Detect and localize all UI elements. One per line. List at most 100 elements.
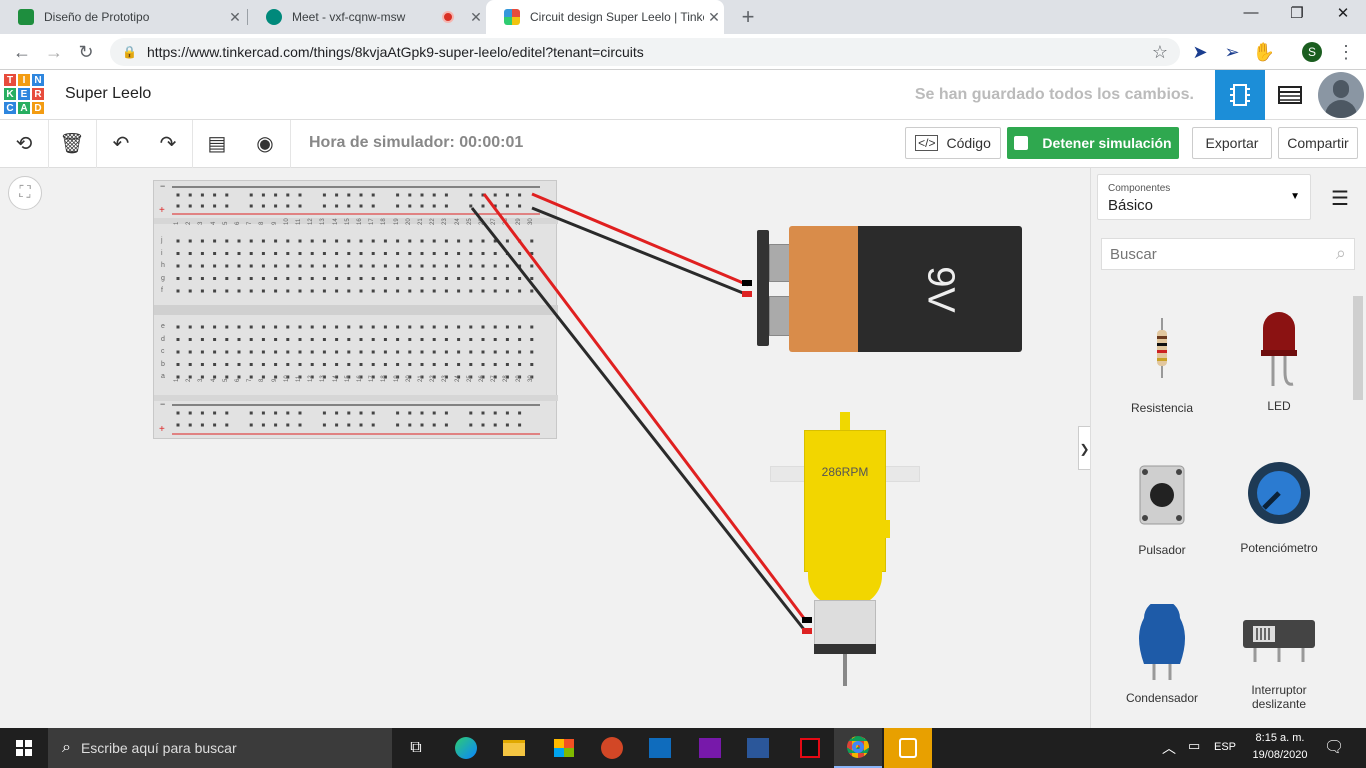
sheets-icon	[18, 9, 34, 25]
bookmark-star-icon[interactable]: ☆	[1152, 42, 1168, 63]
component-potenciometro[interactable]: Potenciómetro	[1224, 460, 1334, 555]
breadboard[interactable]: − + − + 1 2 3 4 5 6 7 8 9 10 11 12 13 14 15 16 17 18 19 20 2…	[153, 180, 558, 439]
column-label: 12	[308, 218, 315, 225]
close-window-button[interactable]: ✕	[1320, 4, 1366, 30]
task-view-icon[interactable]: ⧉	[392, 728, 440, 768]
column-label: 21	[418, 375, 424, 382]
column-labels-bottom: 1 2 3 4 5 6 7 8 9 10 11 12 13 14 15 16 17 18 19 20 21 22 23 24 2…	[172, 375, 542, 392]
notifications-icon[interactable]: 🗨	[1324, 737, 1344, 757]
tinkercad-logo[interactable]: T I N K E R C A D	[3, 73, 45, 115]
search-box[interactable]: ⌕	[1101, 238, 1355, 270]
windows-start-icon[interactable]	[0, 728, 48, 768]
delete-icon[interactable]: 🗑	[58, 130, 86, 158]
component-interruptor-deslizante[interactable]: Interruptor deslizante	[1224, 618, 1334, 711]
outlook-icon[interactable]	[636, 728, 684, 768]
dc-motor[interactable]: 286RPM	[770, 410, 920, 686]
battery-terminal-cap	[757, 230, 769, 346]
profile-avatar[interactable]: S	[1302, 42, 1322, 62]
clock-date[interactable]: 19/08/2020	[1250, 749, 1310, 761]
chip-icon	[1230, 84, 1250, 106]
schematic-list-button[interactable]	[1265, 70, 1315, 120]
redo-icon[interactable]: ↷	[154, 130, 182, 158]
notes-icon[interactable]: ▤	[203, 130, 231, 158]
extension-pointer-icon[interactable]: ➢	[1220, 40, 1244, 64]
powerpoint-icon[interactable]	[588, 728, 636, 768]
row-label: b	[161, 360, 165, 368]
share-button[interactable]: Compartir	[1278, 127, 1358, 159]
column-label: 10	[283, 375, 290, 382]
column-label: 18	[381, 375, 388, 382]
column-label: 28	[503, 375, 510, 382]
extension-cursor-icon[interactable]: ➤	[1188, 40, 1212, 64]
taskbar-search[interactable]: ⌕ Escribe aquí para buscar	[48, 728, 392, 768]
back-icon[interactable]: ←	[10, 40, 34, 64]
onenote-icon[interactable]	[686, 728, 734, 768]
tab-diseno[interactable]: Diseño de Prototipo ✕	[0, 0, 245, 34]
visibility-icon[interactable]: ◉	[251, 130, 279, 158]
app-icon-orange[interactable]	[884, 728, 932, 768]
maximize-button[interactable]: ❐	[1274, 4, 1320, 30]
row-label: e	[161, 323, 165, 330]
file-explorer-icon[interactable]	[490, 728, 538, 768]
fit-view-icon[interactable]: ⛶	[8, 176, 42, 210]
column-label: 9	[271, 378, 278, 382]
search-input[interactable]	[1102, 239, 1312, 269]
component-led[interactable]: LED	[1224, 312, 1334, 413]
column-label: 1	[174, 221, 180, 225]
new-tab-button[interactable]: +	[738, 4, 758, 30]
list-menu-icon[interactable]: ☰	[1331, 186, 1349, 211]
battery-9v[interactable]: 9V	[757, 226, 1023, 354]
extension-hand-icon[interactable]: ✋	[1252, 40, 1276, 64]
component-pulsador[interactable]: Pulsador	[1107, 464, 1217, 557]
tab-meet[interactable]: Meet - vxf-cqnw-msw ✕	[248, 0, 486, 34]
project-name[interactable]: Super Leelo	[65, 85, 151, 103]
forward-icon[interactable]: →	[42, 40, 66, 64]
column-label: 5	[222, 221, 229, 225]
circuit-view-button[interactable]	[1215, 70, 1265, 120]
menu-dots-icon[interactable]: ⋮	[1334, 40, 1358, 64]
expand-panel-arrow[interactable]: ❯	[1078, 426, 1090, 470]
user-avatar[interactable]	[1318, 72, 1364, 118]
word-icon[interactable]	[734, 728, 782, 768]
tab-title: Meet - vxf-cqnw-msw	[292, 10, 406, 24]
minimize-button[interactable]: —	[1228, 4, 1274, 30]
netflix-icon[interactable]	[786, 728, 834, 768]
stop-simulation-button[interactable]: Detener simulación	[1007, 127, 1179, 159]
column-label: 2	[186, 378, 193, 382]
close-tab-icon[interactable]: ✕	[466, 9, 486, 26]
components-dropdown[interactable]: Componentes Básico ▼	[1097, 174, 1311, 220]
code-icon: </>	[915, 135, 939, 151]
reload-icon[interactable]: ↻	[74, 40, 98, 64]
store-icon[interactable]	[540, 728, 588, 768]
column-label: 3	[198, 378, 205, 382]
export-button[interactable]: Exportar	[1192, 127, 1272, 159]
component-resistencia[interactable]: Resistencia	[1107, 318, 1217, 415]
column-label: 7	[247, 378, 254, 382]
led-icon	[1261, 312, 1297, 386]
tray-chevron-icon[interactable]: ︿	[1162, 738, 1176, 758]
address-bar[interactable]: 🔒 https://www.tinkercad.com/things/8kvja…	[110, 38, 1180, 66]
close-tab-icon[interactable]: ✕	[704, 9, 724, 26]
language-indicator[interactable]: ESP	[1214, 741, 1236, 753]
tab-tinkercad[interactable]: Circuit design Super Leelo | Tinke ✕	[486, 0, 724, 34]
panel-scrollbar[interactable]	[1353, 296, 1363, 400]
component-label: LED	[1267, 399, 1291, 413]
column-label: 27	[491, 375, 498, 382]
resistor-icon	[1157, 318, 1167, 378]
network-icon[interactable]: ▭	[1188, 738, 1200, 754]
motor-base	[814, 644, 876, 654]
rotate-icon[interactable]: ⟲	[10, 130, 38, 158]
clock-time[interactable]: 8:15 a. m.	[1250, 732, 1310, 744]
circuit-canvas[interactable]: ⛶ − + − + 1 2 3 4 5 6 7 8 9 10 11 12 13 14 15 16 17 18 19 2…	[0, 168, 1090, 728]
undo-icon[interactable]: ↶	[107, 130, 135, 158]
code-label: Código	[946, 135, 991, 151]
code-button[interactable]: </> Código	[905, 127, 1001, 159]
rail-plus-label: +	[159, 424, 165, 435]
column-label: 22	[430, 375, 437, 382]
row-label: i	[161, 249, 163, 257]
component-condensador[interactable]: Condensador	[1107, 600, 1217, 705]
close-tab-icon[interactable]: ✕	[225, 9, 245, 26]
column-label: 12	[308, 375, 315, 382]
chrome-icon[interactable]	[834, 728, 882, 768]
edge-icon[interactable]	[442, 728, 490, 768]
